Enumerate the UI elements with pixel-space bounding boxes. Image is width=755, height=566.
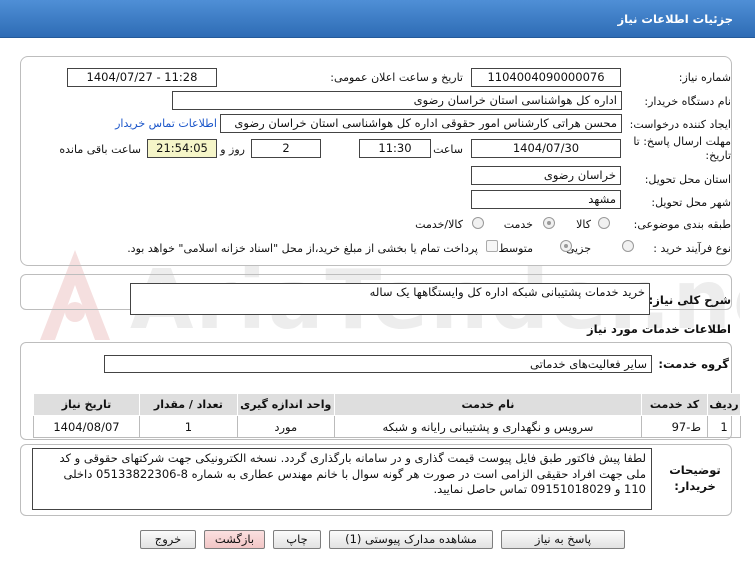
print-button[interactable]: چاپ (273, 530, 321, 549)
exit-button[interactable]: خروج (140, 530, 196, 549)
col-need-date: تاریخ نیاز (33, 393, 140, 416)
purchase-type-label: نوع فرآیند خرید : (653, 242, 731, 255)
need-number-label: شماره نیاز: (678, 71, 731, 84)
col-row: ردیف (707, 393, 741, 416)
col-service-code: کد خدمت (641, 393, 709, 416)
view-attachments-button[interactable]: مشاهده مدارک پیوستی (1) (329, 530, 493, 549)
purchase-radio-medium[interactable] (560, 240, 572, 252)
buyer-org-field: اداره کل هواشناسی استان خراسان رضوی (172, 91, 622, 110)
payment-note: پرداخت تمام یا بخشی از مبلغ خرید،از محل … (127, 242, 478, 255)
creator-field: محسن هراتی کارشناس امور حقوقی اداره کل ه… (220, 114, 622, 133)
deadline-label: مهلت ارسال پاسخ: تا تاریخ: (633, 135, 731, 162)
deadline-time-field: 11:30 (359, 139, 431, 158)
summary-label: شرح کلی نیاز: (648, 293, 731, 307)
reply-button[interactable]: پاسخ به نیاز (501, 530, 625, 549)
purchase-radio-minor[interactable] (622, 240, 634, 252)
buyer-contact-link[interactable]: اطلاعات تماس خریدار (115, 117, 217, 130)
cell-service-code: ط-97 (641, 415, 709, 438)
deadline-time-label: ساعت (433, 143, 463, 156)
title-bar: جزئیات اطلاعات نیاز (0, 0, 755, 38)
category-option-service-label: خدمت (503, 218, 533, 231)
deadline-date-field: 1404/07/30 (471, 139, 621, 158)
cell-quantity: 1 (138, 415, 238, 438)
table-row: 1 ط-97 سرویس و نگهداری و پشتیبانی رایانه… (33, 415, 741, 438)
buyer-notes-label: توضیحات خریدار: (669, 463, 721, 493)
need-info-panel (20, 56, 732, 266)
category-label: طبقه بندی موضوعی: (633, 218, 731, 231)
page-title: جزئیات اطلاعات نیاز (617, 12, 733, 26)
cell-unit: مورد (236, 415, 335, 438)
cell-service-name: سرویس و نگهداری و پشتیبانی رایانه و شبکه (333, 415, 643, 438)
treasury-payment-checkbox[interactable] (486, 240, 498, 252)
days-label: روز و (220, 143, 245, 156)
category-option-both-label: کالا/خدمت (415, 218, 463, 231)
buyer-notes-field: لطفا پیش فاکتور طبق فایل پیوست قیمت گذار… (32, 448, 652, 510)
col-quantity: تعداد / مقدار (138, 393, 238, 416)
days-field: 2 (251, 139, 321, 158)
category-radio-goods-service[interactable] (472, 217, 484, 229)
services-table: ردیف کد خدمت نام خدمت واحد اندازه گیری ت… (33, 393, 741, 438)
purchase-option-medium-label: متوسط (498, 242, 533, 255)
city-label: شهر محل تحویل: (651, 196, 731, 209)
category-radio-goods[interactable] (598, 217, 610, 229)
services-heading: اطلاعات خدمات مورد نیاز (587, 322, 731, 336)
remaining-label: ساعت باقی مانده (59, 143, 141, 156)
cell-row: 1 (707, 415, 741, 438)
need-number-field: 1104004090000076 (471, 68, 621, 87)
announce-label: تاریخ و ساعت اعلان عمومی: (330, 71, 463, 84)
col-service-name: نام خدمت (333, 393, 643, 416)
col-unit: واحد اندازه گیری (236, 393, 335, 416)
province-field: خراسان رضوی (471, 166, 621, 185)
cell-need-date: 1404/08/07 (33, 415, 140, 438)
back-button[interactable]: بازگشت (204, 530, 265, 549)
table-header-row: ردیف کد خدمت نام خدمت واحد اندازه گیری ت… (33, 393, 741, 416)
summary-field: خرید خدمات پشتیبانی شبکه اداره کل وایستگ… (130, 283, 650, 315)
buyer-org-label: نام دستگاه خریدار: (644, 95, 731, 108)
category-radio-service[interactable] (543, 217, 555, 229)
announce-datetime-field: 1404/07/27 - 11:28 (67, 68, 217, 87)
city-field: مشهد (471, 190, 621, 209)
remaining-time-field: 21:54:05 (147, 139, 217, 158)
creator-label: ایجاد کننده درخواست: (629, 118, 731, 131)
category-option-goods-label: کالا (576, 218, 591, 231)
service-group-field: سایر فعالیت‌های خدماتی (104, 355, 652, 373)
service-group-label: گروه خدمت: (658, 357, 729, 371)
province-label: استان محل تحویل: (644, 173, 731, 186)
